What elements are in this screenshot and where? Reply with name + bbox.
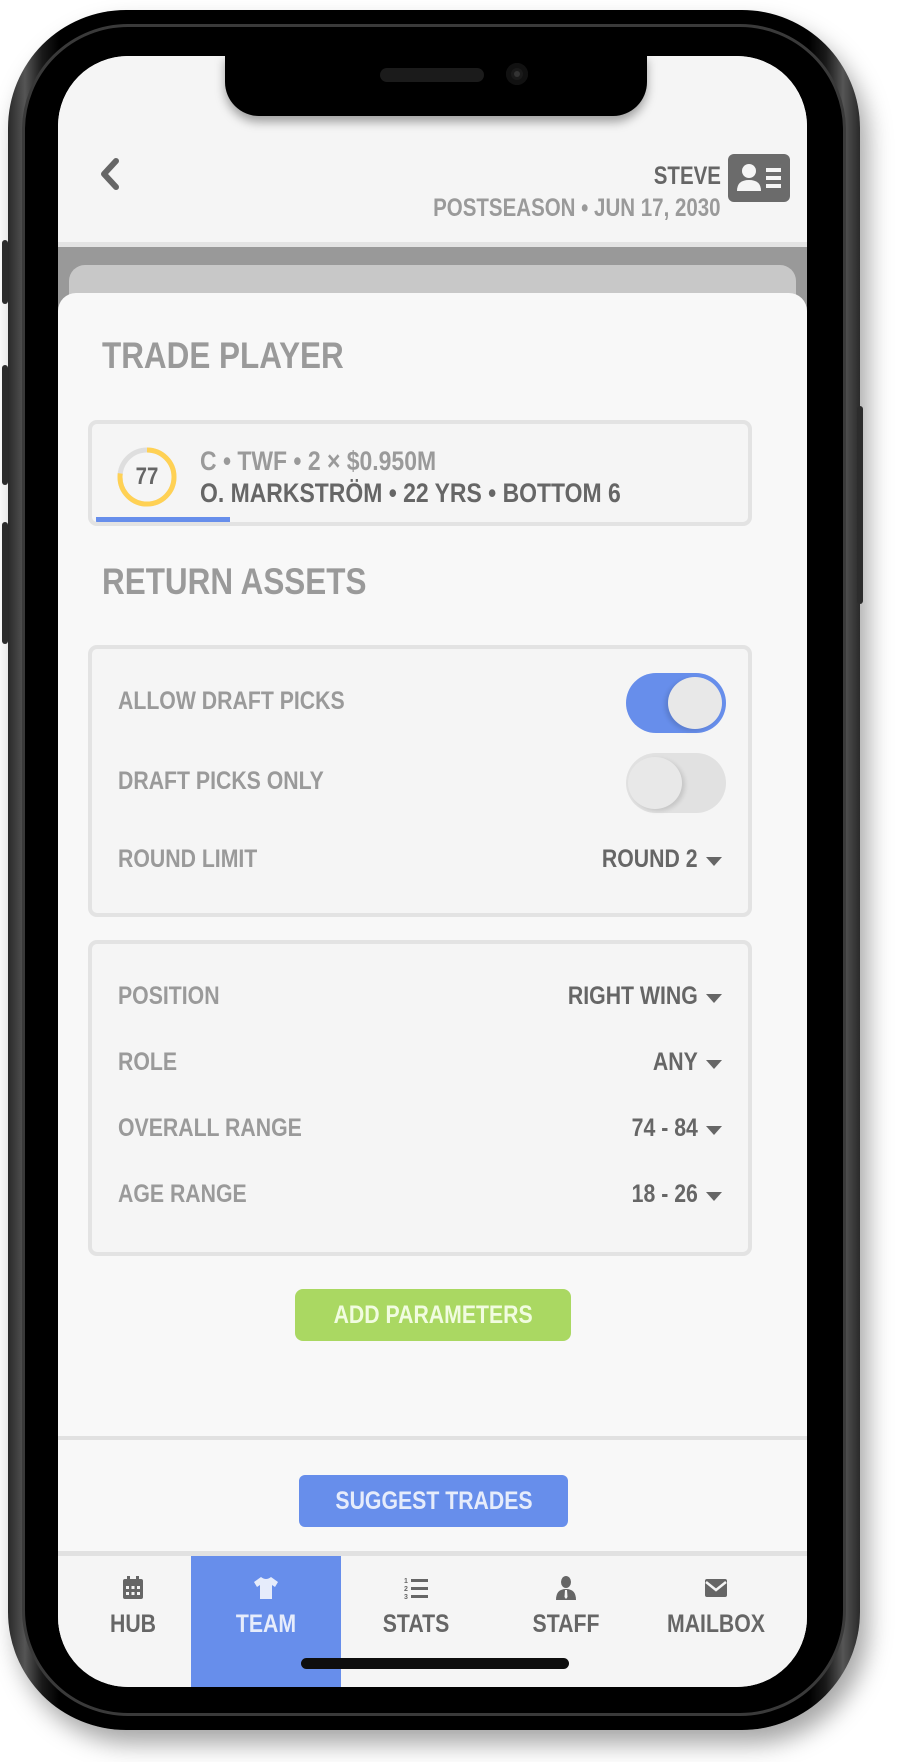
trade-player-title: TRADE PLAYER: [102, 335, 344, 376]
home-indicator[interactable]: [301, 1658, 569, 1669]
caret-down-icon[interactable]: [706, 1192, 722, 1201]
age-range-label: AGE RANGE: [118, 1180, 247, 1208]
tab-label: STATS: [382, 1610, 450, 1638]
role-label: ROLE: [118, 1048, 178, 1076]
player-rating: 77: [135, 463, 159, 490]
tab-label: HUB: [109, 1610, 157, 1638]
toggle-knob: [628, 757, 682, 809]
position-dropdown[interactable]: RIGHT WING: [568, 982, 698, 1011]
envelope-icon: [705, 1579, 727, 1597]
add-parameters-label: ADD PARAMETERS: [333, 1301, 533, 1329]
suggest-trades-button[interactable]: SUGGEST TRADES: [299, 1475, 568, 1527]
speaker-grille: [380, 68, 484, 82]
numbered-list-icon: 1 2 3: [404, 1578, 428, 1601]
position-label: POSITION: [118, 982, 220, 1010]
jersey-icon: [254, 1577, 278, 1599]
player-meta: C • TWF • 2 × $0.950M: [200, 446, 437, 476]
round-limit-label: ROUND LIMIT: [118, 845, 258, 873]
season-date: POSTSEASON • JUN 17, 2030: [433, 194, 721, 222]
volume-up-button: [2, 365, 8, 485]
draft-picks-only-label: DRAFT PICKS ONLY: [118, 767, 324, 795]
svg-text:1: 1: [404, 1578, 408, 1585]
user-name: STEVE: [653, 162, 721, 190]
overall-range-label: OVERALL RANGE: [118, 1114, 302, 1142]
caret-down-icon[interactable]: [706, 1060, 722, 1069]
round-limit-dropdown[interactable]: ROUND 2: [602, 845, 698, 874]
id-card-icon: [737, 164, 781, 191]
role-dropdown[interactable]: ANY: [653, 1048, 698, 1077]
add-parameters-button[interactable]: ADD PARAMETERS: [295, 1289, 571, 1341]
power-button: [857, 406, 863, 604]
tab-hub[interactable]: HUB: [58, 1556, 208, 1687]
overall-range-dropdown[interactable]: 74 - 84: [632, 1114, 698, 1143]
player-progress-bar: [96, 517, 748, 522]
return-assets-title: RETURN ASSETS: [102, 561, 367, 602]
draft-picks-only-toggle[interactable]: [626, 753, 726, 813]
tab-label: TEAM: [235, 1610, 297, 1638]
allow-draft-picks-toggle[interactable]: [626, 673, 726, 733]
back-button[interactable]: [96, 156, 126, 192]
tab-label: STAFF: [532, 1610, 600, 1638]
suggest-trades-label: SUGGEST TRADES: [334, 1487, 533, 1515]
tab-mailbox[interactable]: MAILBOX: [641, 1556, 791, 1687]
screen: STEVE POSTSEASON • JUN 17, 2030 TRADE PL…: [58, 56, 807, 1687]
player-card[interactable]: 77 C • TWF • 2 × $0.950M O. MARKSTRÖM • …: [88, 420, 752, 526]
caret-down-icon[interactable]: [706, 857, 722, 866]
caret-down-icon[interactable]: [706, 1126, 722, 1135]
notch: [225, 56, 647, 116]
mute-switch: [2, 240, 8, 304]
profile-button[interactable]: [728, 154, 790, 202]
chevron-left-icon: [101, 158, 119, 190]
calendar-icon: [123, 1576, 143, 1599]
svg-text:2: 2: [404, 1586, 408, 1593]
player-progress-fill: [96, 517, 230, 522]
age-range-dropdown[interactable]: 18 - 26: [632, 1180, 698, 1209]
filters-card: POSITION RIGHT WING ROLE ANY OVERALL RAN…: [88, 940, 752, 1256]
toggle-knob: [668, 677, 722, 729]
allow-draft-picks-label: ALLOW DRAFT PICKS: [118, 687, 345, 715]
front-camera: [506, 63, 528, 85]
svg-text:3: 3: [404, 1594, 408, 1601]
staff-person-icon: [556, 1576, 576, 1600]
caret-down-icon[interactable]: [706, 994, 722, 1003]
player-name: O. MARKSTRÖM • 22 YRS • BOTTOM 6: [200, 478, 621, 508]
tab-label: MAILBOX: [667, 1610, 765, 1638]
volume-down-button: [2, 522, 8, 644]
return-assets-card: ALLOW DRAFT PICKS DRAFT PICKS ONLY ROUND…: [88, 645, 752, 917]
